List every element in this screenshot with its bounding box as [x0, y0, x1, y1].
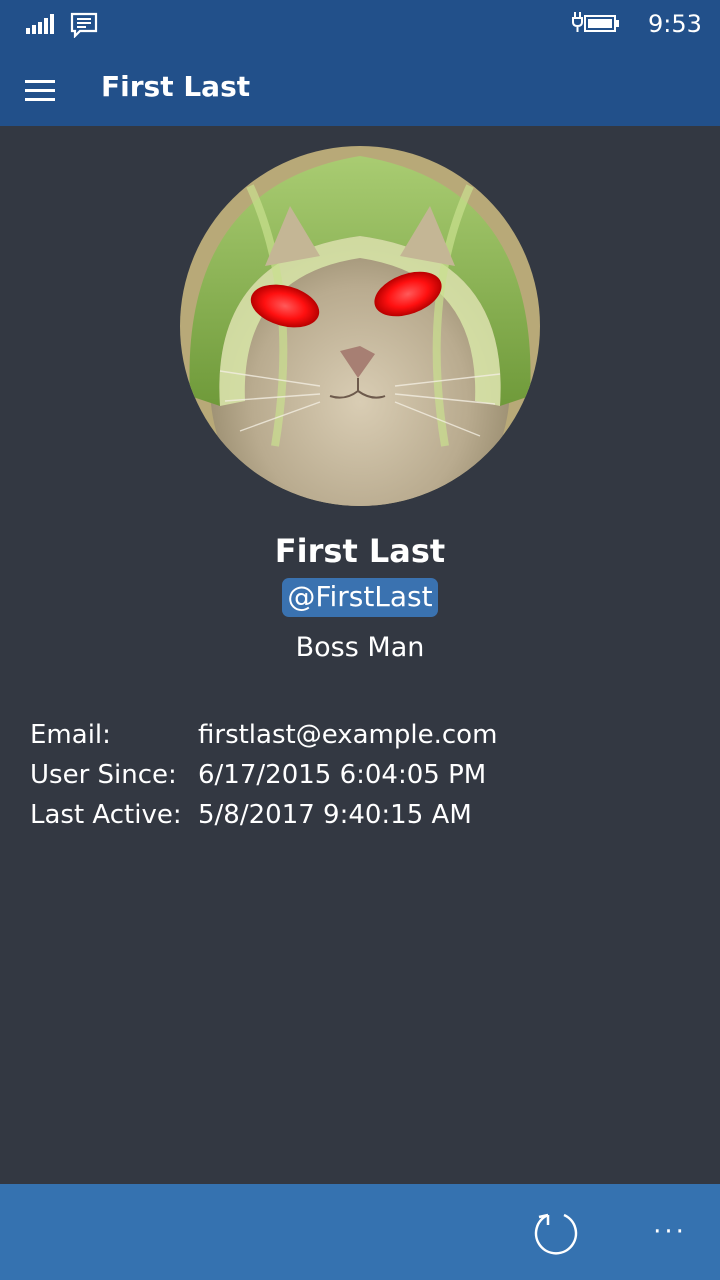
detail-row-user-since: User Since: 6/17/2015 6:04:05 PM [30, 760, 497, 800]
page-title: First Last [101, 70, 251, 103]
avatar [180, 146, 540, 506]
title-bar: First Last [0, 50, 720, 126]
last-active-label: Last Active: [30, 800, 182, 830]
command-bar [0, 1184, 720, 1280]
signal-icon [26, 14, 54, 34]
refresh-icon[interactable] [530, 1207, 582, 1259]
hamburger-icon[interactable] [20, 70, 60, 108]
battery-charging-icon [572, 12, 619, 32]
user-since-label: User Since: [30, 760, 177, 790]
detail-row-email: Email: firstlast@example.com [30, 720, 497, 760]
message-icon [70, 12, 98, 38]
profile-name: First Last [274, 532, 446, 570]
user-since-value: 6/17/2015 6:04:05 PM [198, 760, 487, 790]
profile-handle-container: @FirstLast [0, 578, 720, 617]
email-value: firstlast@example.com [198, 720, 498, 750]
detail-row-last-active: Last Active: 5/8/2017 9:40:15 AM [30, 800, 497, 840]
more-button[interactable]: ··· [648, 1212, 692, 1252]
status-time: 9:53 [648, 10, 702, 38]
email-label: Email: [30, 720, 111, 750]
user-details: Email: firstlast@example.com User Since:… [30, 720, 497, 840]
status-bar: 9:53 [0, 0, 720, 50]
profile-role: Boss Man [295, 632, 425, 663]
profile-handle[interactable]: @FirstLast [282, 578, 438, 617]
last-active-value: 5/8/2017 9:40:15 AM [198, 800, 472, 830]
